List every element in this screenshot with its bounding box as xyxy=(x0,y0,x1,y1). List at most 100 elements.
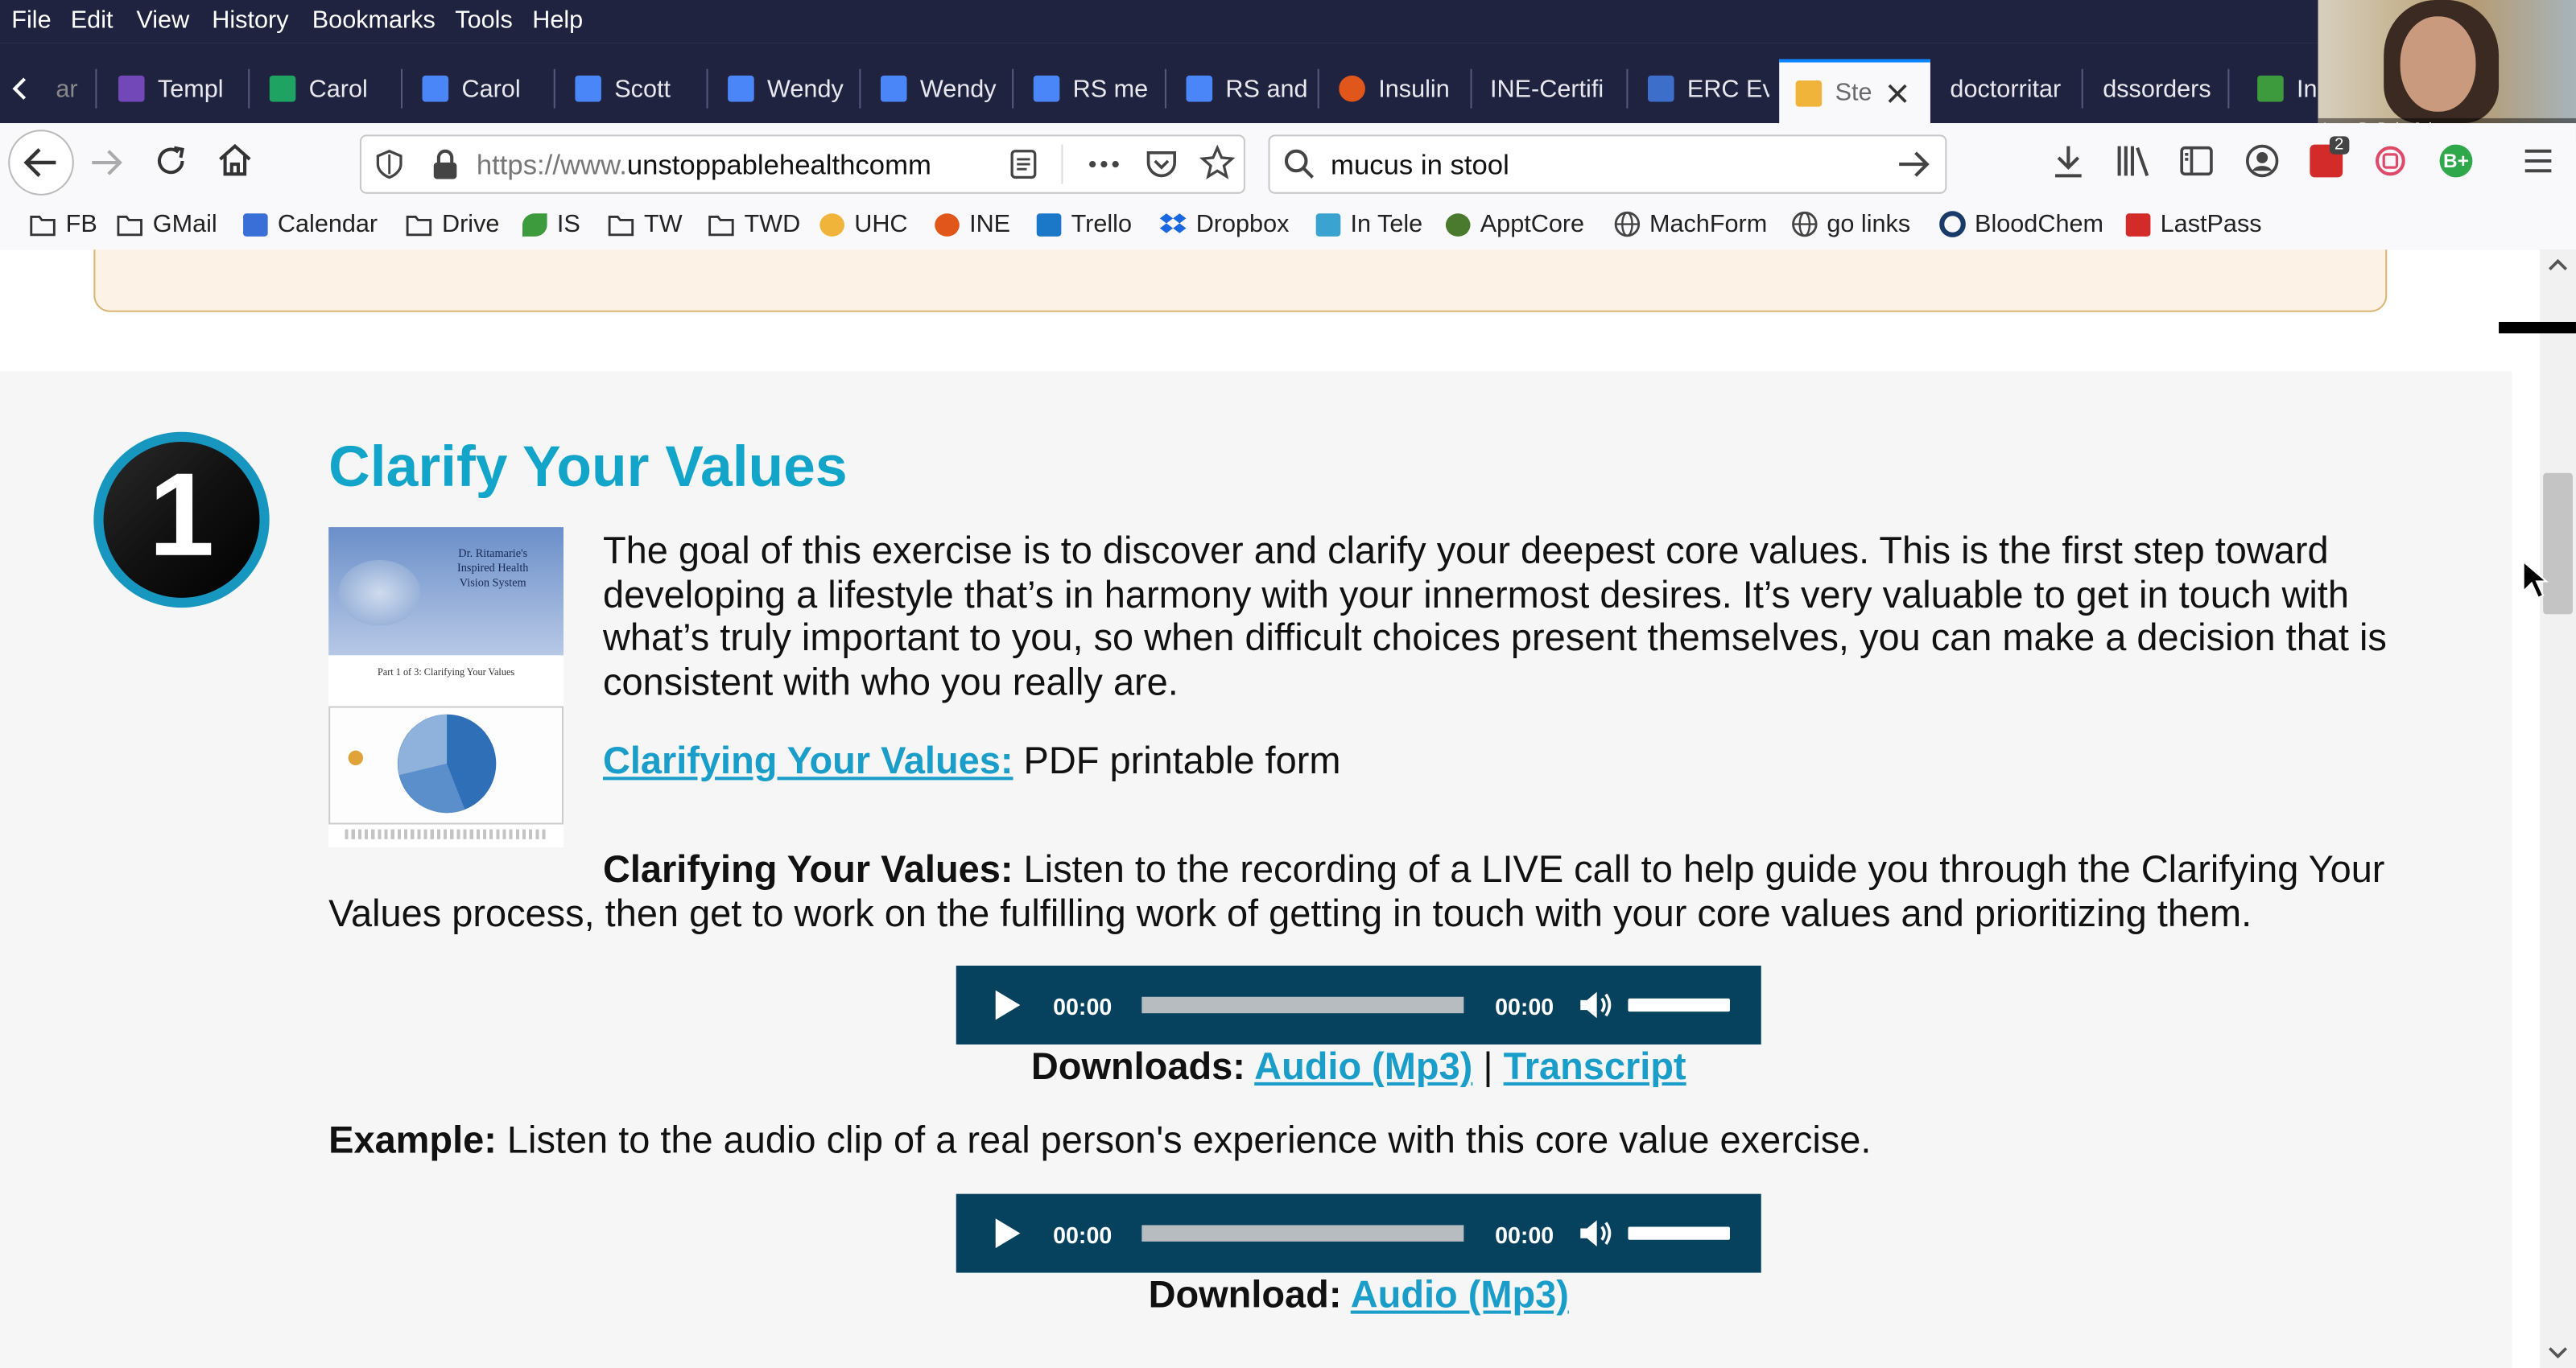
library-icon[interactable] xyxy=(2115,143,2154,179)
docs-icon xyxy=(1186,75,1213,102)
search-icon xyxy=(1284,149,1315,179)
bookmark-uhc[interactable]: UHC xyxy=(819,210,908,238)
pdf-form-link[interactable]: Clarifying Your Values: xyxy=(603,739,1013,781)
hamburger-menu-icon[interactable] xyxy=(2520,143,2557,179)
bookmark-twd[interactable]: TWD xyxy=(708,210,800,238)
url-bar[interactable]: https://www.unstoppablehealthcomm xyxy=(359,134,1245,194)
bookmark-calendar[interactable]: Calendar xyxy=(243,210,378,238)
page-scrollbar[interactable] xyxy=(2540,249,2576,1368)
transcript-link[interactable]: Transcript xyxy=(1504,1045,1686,1087)
tab-6[interactable]: Wendy xyxy=(880,54,1002,123)
menu-bookmarks[interactable]: Bookmarks xyxy=(312,6,436,35)
bookmark-bloodchem[interactable]: BloodChem xyxy=(1938,210,2103,238)
menu-tools[interactable]: Tools xyxy=(455,6,512,35)
step-number-badge: 1 xyxy=(93,431,270,608)
tab-label: Insulin xyxy=(1378,74,1450,103)
bplus-extension-icon[interactable]: B+ xyxy=(2439,144,2473,178)
checklist-note-box xyxy=(93,249,2388,312)
bookmark-star-icon[interactable] xyxy=(1199,144,1236,181)
bookmark-lastpass[interactable]: LastPass xyxy=(2125,210,2262,238)
audio-mp3-link-2[interactable]: Audio (Mp3) xyxy=(1351,1273,1569,1316)
record-extension-icon[interactable] xyxy=(2372,143,2409,179)
tab-label: RS me xyxy=(1072,74,1149,103)
menu-edit[interactable]: Edit xyxy=(71,6,114,35)
more-actions-icon[interactable] xyxy=(1086,148,1122,181)
audio-mp3-link[interactable]: Audio (Mp3) xyxy=(1254,1045,1472,1087)
bookmark-gmail[interactable]: GMail xyxy=(117,210,217,238)
tab-label: Carol xyxy=(308,74,368,103)
scroll-up-icon[interactable] xyxy=(2548,256,2568,272)
bookmark-apptcore[interactable]: ApptCore xyxy=(1445,210,1584,238)
tab-9[interactable]: Insulin xyxy=(1339,54,1460,123)
volume-icon[interactable] xyxy=(1577,987,1616,1024)
tab-scroll-left-button[interactable] xyxy=(6,54,46,123)
bookmark-ine[interactable]: INE xyxy=(935,210,1010,238)
search-input[interactable]: mucus in stool xyxy=(1331,150,1509,183)
bookmarks-toolbar: FB GMail Calendar Drive IS TW TWD UHC IN… xyxy=(0,202,2576,252)
bookmark-dropbox[interactable]: Dropbox xyxy=(1158,210,1289,238)
tab-13[interactable]: doctorritar xyxy=(1950,54,2071,123)
forward-button[interactable] xyxy=(87,143,126,183)
audio-player-1[interactable]: 00:00 00:00 xyxy=(956,965,1761,1045)
tab-10[interactable]: INE-Certifi xyxy=(1490,54,1618,123)
tab-8[interactable]: RS and xyxy=(1186,54,1307,123)
bookmark-fb[interactable]: FB xyxy=(30,210,97,238)
worksheet-thumbnail[interactable]: Dr. Ritamarie's Inspired Health Vision S… xyxy=(328,527,564,848)
download-line: Download: Audio (Mp3) xyxy=(956,1273,1761,1317)
tab-label: ar xyxy=(56,74,78,103)
search-bar[interactable]: mucus in stool xyxy=(1268,134,1947,194)
tab-14[interactable]: dssorders xyxy=(2103,54,2215,123)
menu-view[interactable]: View xyxy=(136,6,189,35)
apptcore-icon xyxy=(1445,212,1471,236)
bookmark-drive[interactable]: Drive xyxy=(406,210,499,238)
tab-7[interactable]: RS me xyxy=(1033,54,1155,123)
bookmark-go-links[interactable]: go links xyxy=(1790,210,1910,238)
volume-slider[interactable] xyxy=(1628,1226,1730,1240)
leaf-icon xyxy=(2257,75,2284,102)
go-arrow-icon[interactable] xyxy=(1896,148,1932,181)
tab-label: Carol xyxy=(461,74,521,103)
menu-help[interactable]: Help xyxy=(532,6,583,35)
audio-player-2[interactable]: 00:00 00:00 xyxy=(956,1193,1761,1273)
tab-1[interactable]: Templ xyxy=(118,54,240,123)
seek-bar[interactable] xyxy=(1141,996,1464,1014)
lock-icon xyxy=(433,149,457,179)
reader-view-icon[interactable] xyxy=(1007,148,1040,181)
play-icon[interactable] xyxy=(991,1215,1024,1251)
play-icon[interactable] xyxy=(991,987,1024,1024)
intele-icon xyxy=(1315,212,1341,236)
reload-button[interactable] xyxy=(151,142,191,181)
tab-0[interactable]: ar xyxy=(56,54,92,123)
menu-history[interactable]: History xyxy=(212,6,288,35)
example-line: Example: Listen to the audio clip of a r… xyxy=(328,1119,1871,1163)
bookmark-machform[interactable]: MachForm xyxy=(1613,210,1767,238)
tab-4[interactable]: Scott xyxy=(575,54,696,123)
bookmark-is[interactable]: IS xyxy=(522,210,580,238)
docs-icon xyxy=(1033,75,1060,102)
home-button[interactable] xyxy=(215,142,254,181)
sidebar-icon[interactable] xyxy=(2178,143,2215,179)
tab-label: Wendy xyxy=(767,74,844,103)
tab-5[interactable]: Wendy xyxy=(728,54,849,123)
tab-label: Wendy xyxy=(919,74,997,103)
bookmark-trello[interactable]: Trello xyxy=(1036,210,1132,238)
tab-12-active[interactable]: Ste xyxy=(1779,59,1930,124)
scroll-down-icon[interactable] xyxy=(2548,1345,2568,1361)
downloads-icon[interactable] xyxy=(2050,143,2087,179)
back-button[interactable] xyxy=(8,130,74,196)
download-label: Download: xyxy=(1148,1272,1351,1316)
tab-11[interactable]: ERC Ev xyxy=(1647,54,1769,123)
menu-file[interactable]: File xyxy=(11,6,51,35)
volume-icon[interactable] xyxy=(1577,1215,1616,1251)
tab-2[interactable]: Carol xyxy=(269,54,391,123)
tab-3[interactable]: Carol xyxy=(422,54,543,123)
bookmark-tw[interactable]: TW xyxy=(608,210,683,238)
tab-15[interactable]: In xyxy=(2257,54,2317,123)
chevron-left-icon xyxy=(12,77,27,100)
close-icon[interactable] xyxy=(1885,81,1909,105)
bookmark-in-tele[interactable]: In Tele xyxy=(1315,210,1422,238)
volume-slider[interactable] xyxy=(1628,998,1730,1012)
account-icon[interactable] xyxy=(2244,143,2281,179)
pocket-icon[interactable] xyxy=(1143,146,1179,183)
seek-bar[interactable] xyxy=(1141,1225,1464,1242)
